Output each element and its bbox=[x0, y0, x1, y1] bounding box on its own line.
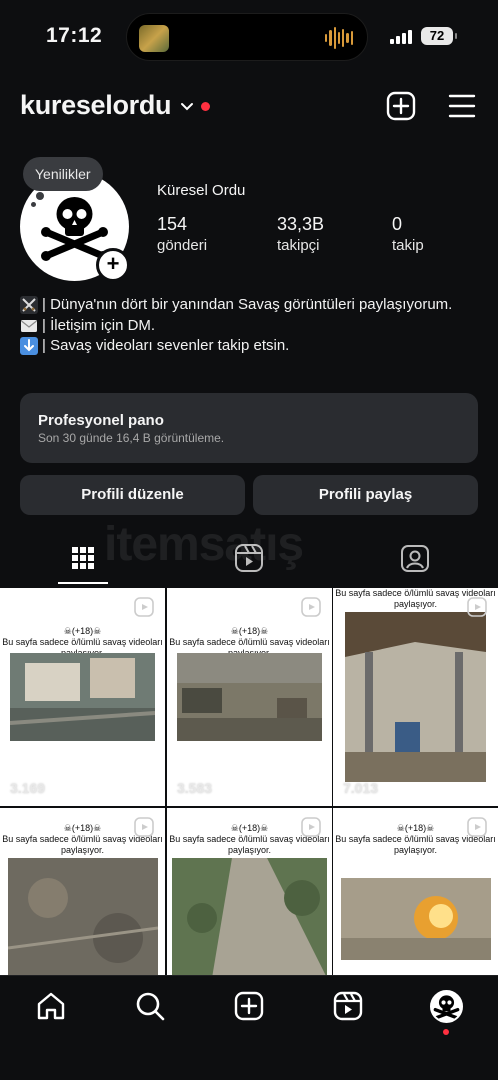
watermark: itemsatış bbox=[104, 518, 304, 571]
cellular-signal-icon bbox=[390, 28, 412, 44]
create-icon[interactable] bbox=[233, 990, 265, 1022]
dashboard-subtitle: Son 30 günde 16,4 B görüntüleme. bbox=[38, 431, 225, 445]
bio-text: | İletişim için DM. bbox=[42, 316, 156, 334]
search-icon[interactable] bbox=[134, 990, 166, 1022]
stat-value: 0 bbox=[392, 214, 403, 234]
post-image bbox=[8, 858, 158, 978]
reel-indicator-icon bbox=[134, 597, 154, 617]
reels-icon[interactable] bbox=[332, 990, 364, 1022]
posts-grid: ☠(+18)☠ Bu sayfa sadece ö/lümlü savaş vid… bbox=[0, 588, 498, 1026]
stat-posts[interactable]: 154 gönderi bbox=[157, 214, 207, 254]
profile-nav-avatar[interactable] bbox=[430, 990, 463, 1023]
bio: | Dünya'nın dört bir yanından Savaş görü… bbox=[20, 295, 480, 357]
skull-crossbones-icon bbox=[41, 197, 108, 261]
post-image bbox=[177, 653, 322, 741]
display-name: Küresel Ordu bbox=[157, 182, 246, 199]
view-count: 7.013 bbox=[343, 780, 379, 796]
caption-tag: ☠(+18)☠ bbox=[230, 626, 269, 636]
username[interactable]: kureselordu bbox=[20, 90, 172, 121]
post-image bbox=[341, 878, 491, 960]
bottom-navigation bbox=[0, 975, 498, 1080]
edit-profile-button[interactable]: Profili düzenle bbox=[20, 475, 245, 515]
bio-line: | İletişim için DM. bbox=[20, 316, 480, 337]
notes-bubble-tail bbox=[31, 202, 36, 207]
notes-bubble-tail bbox=[36, 192, 44, 200]
view-count: 3.583 bbox=[177, 780, 213, 796]
notification-dot bbox=[201, 102, 210, 111]
chevron-down-icon[interactable] bbox=[180, 100, 194, 114]
post-image bbox=[345, 612, 486, 782]
reel-indicator-icon bbox=[301, 597, 321, 617]
view-count: 3.169 bbox=[10, 780, 46, 796]
envelope-icon bbox=[21, 319, 37, 332]
stat-value: 154 bbox=[157, 214, 188, 234]
reel-indicator-icon bbox=[134, 817, 154, 837]
tagged-tab-icon[interactable] bbox=[400, 543, 430, 573]
bio-line: | Savaş videoları sevenler takip etsin. bbox=[20, 336, 480, 357]
caption-tag: ☠(+18)☠ bbox=[63, 626, 102, 636]
dashboard-title: Profesyonel pano bbox=[38, 412, 164, 429]
active-tab-indicator bbox=[58, 582, 108, 584]
home-icon[interactable] bbox=[35, 990, 67, 1022]
reel-indicator-icon bbox=[301, 817, 321, 837]
bio-line: | Dünya'nın dört bir yanından Savaş görü… bbox=[20, 295, 480, 316]
bio-text: | Dünya'nın dört bir yanından Savaş görü… bbox=[42, 296, 453, 313]
post-thumbnail[interactable]: Bu sayfa sadece ö/lümlü savaş videoları … bbox=[333, 588, 498, 806]
stat-label: takip bbox=[392, 237, 424, 254]
reel-indicator-icon bbox=[467, 817, 487, 837]
bio-text: | Savaş videoları sevenler takip etsin. bbox=[42, 337, 290, 354]
menu-icon[interactable] bbox=[448, 93, 476, 119]
post-thumbnail[interactable]: ☠(+18)☠ Bu sayfa sadece ö/lümlü savaş vid… bbox=[167, 588, 332, 806]
crossed-swords-icon bbox=[20, 296, 38, 314]
reel-indicator-icon bbox=[467, 597, 487, 617]
grid-tab-icon[interactable] bbox=[68, 543, 98, 573]
status-bar: 17:12 72 bbox=[0, 0, 498, 72]
down-arrow-icon bbox=[20, 337, 38, 355]
share-profile-button[interactable]: Profili paylaş bbox=[253, 475, 478, 515]
post-image bbox=[172, 858, 327, 978]
create-post-icon[interactable] bbox=[386, 91, 416, 121]
audio-waveform-icon bbox=[325, 26, 353, 50]
professional-dashboard[interactable]: Profesyonel pano Son 30 günde 16,4 B gör… bbox=[20, 393, 478, 463]
clock: 17:12 bbox=[46, 24, 103, 47]
dynamic-island[interactable] bbox=[126, 13, 368, 61]
stat-label: takipçi bbox=[277, 237, 320, 254]
stat-following[interactable]: 0 takip bbox=[392, 214, 424, 254]
now-playing-thumbnail bbox=[139, 25, 169, 52]
notes-bubble[interactable]: Yenilikler bbox=[23, 157, 103, 191]
notification-dot bbox=[443, 1029, 449, 1035]
stat-followers[interactable]: 33,3B takipçi bbox=[277, 214, 324, 254]
add-story-button[interactable]: + bbox=[96, 248, 130, 282]
stat-value: 33,3B bbox=[277, 214, 325, 234]
skull-crossbones-icon bbox=[433, 995, 460, 1020]
stat-label: gönderi bbox=[157, 237, 208, 254]
post-thumbnail[interactable]: ☠(+18)☠ Bu sayfa sadece ö/lümlü savaş vid… bbox=[0, 588, 165, 806]
post-image bbox=[10, 653, 155, 741]
battery-indicator: 72 bbox=[421, 27, 457, 45]
